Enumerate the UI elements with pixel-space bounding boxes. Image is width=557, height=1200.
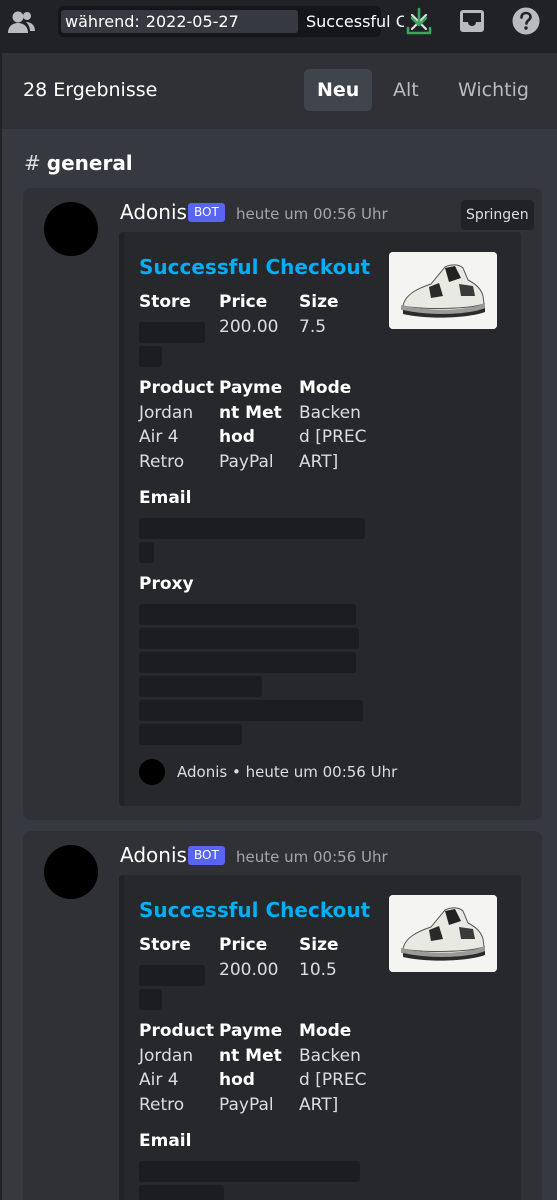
redacted-value xyxy=(139,346,162,367)
embed-title[interactable]: Successful Checkout xyxy=(139,255,370,279)
field-value: 200.00 xyxy=(219,959,279,980)
redacted-value xyxy=(139,652,356,673)
inbox-icon[interactable] xyxy=(458,7,486,35)
field-name: Product xyxy=(139,1021,214,1041)
redacted-value xyxy=(139,604,356,625)
redacted-value xyxy=(139,1161,360,1182)
embed-footer: Adonis • heute um 00:56 Uhr xyxy=(177,763,397,781)
footer-author: Adonis xyxy=(177,763,228,781)
bot-badge: BOT xyxy=(188,203,225,222)
bot-badge: BOT xyxy=(188,846,225,865)
field-mode: Mode Backend [PRECART] xyxy=(299,1019,371,1117)
field-value: 10.5 xyxy=(299,959,337,980)
filter-value: 2022-05-27 xyxy=(145,12,239,31)
redacted-value xyxy=(139,628,359,649)
field-email: Email xyxy=(139,486,339,511)
redacted-value xyxy=(139,700,363,721)
tab-alt[interactable]: Alt xyxy=(380,69,432,111)
results-header: 28 Ergebnisse Neu Alt Wichtig xyxy=(2,53,557,129)
field-name: Payment Method xyxy=(219,1021,283,1090)
jump-button[interactable]: Springen xyxy=(461,200,534,230)
avatar[interactable] xyxy=(44,845,98,899)
author-name[interactable]: Adonis xyxy=(120,200,187,224)
field-value: Backend [PRECART] xyxy=(299,402,367,472)
field-size: Size 10.5 xyxy=(299,933,379,982)
sneaker-thumbnail[interactable] xyxy=(389,895,497,972)
field-name: Mode xyxy=(299,1021,352,1041)
embed: Successful Checkout Store Price 200.00 S… xyxy=(119,232,521,806)
field-proxy: Proxy xyxy=(139,572,339,597)
search-results-list: # general Adonis BOT heute um 00:56 Uhr S… xyxy=(2,129,557,1200)
field-payment: Payment Method PayPal xyxy=(219,376,291,474)
field-value: PayPal xyxy=(219,1094,274,1115)
message-timestamp: heute um 00:56 Uhr xyxy=(236,848,388,866)
embed-title[interactable]: Successful Checkout xyxy=(139,898,370,922)
author-name[interactable]: Adonis xyxy=(120,843,187,867)
field-name: Mode xyxy=(299,378,352,398)
search-result[interactable]: Adonis BOT heute um 00:56 Uhr Successful… xyxy=(23,831,542,1200)
field-name: Store xyxy=(139,292,191,312)
channel-name: general xyxy=(46,151,133,175)
channel-hash: # xyxy=(24,151,41,175)
search-input[interactable]: Successful C xyxy=(306,10,404,33)
redacted-value xyxy=(139,676,262,697)
field-store: Store xyxy=(139,290,219,315)
field-name: Size xyxy=(299,292,339,312)
redacted-value xyxy=(139,724,242,745)
footer-time: heute um 00:56 Uhr xyxy=(245,763,398,781)
field-name: Size xyxy=(299,935,339,955)
tab-wichtig[interactable]: Wichtig xyxy=(445,69,542,111)
field-size: Size 7.5 xyxy=(299,290,379,339)
redacted-value xyxy=(139,989,162,1010)
footer-avatar xyxy=(139,759,165,785)
field-name: Store xyxy=(139,935,191,955)
field-product: Product Jordan Air 4 Retro xyxy=(139,1019,214,1117)
field-mode: Mode Backend [PRECART] xyxy=(299,376,371,474)
results-count: 28 Ergebnisse xyxy=(23,79,158,101)
field-value: Backend [PRECART] xyxy=(299,1045,367,1115)
field-value: 7.5 xyxy=(299,316,327,337)
field-value: PayPal xyxy=(219,451,274,472)
field-name: Price xyxy=(219,935,268,955)
help-icon[interactable] xyxy=(511,6,541,36)
redacted-value xyxy=(139,322,205,343)
field-value: Jordan Air 4 Retro xyxy=(139,1045,194,1115)
tab-neu[interactable]: Neu xyxy=(304,69,373,111)
field-product: Product Jordan Air 4 Retro xyxy=(139,376,214,474)
search-result[interactable]: Adonis BOT heute um 00:56 Uhr Springen S… xyxy=(23,188,542,820)
channel-heading: # general xyxy=(24,151,133,175)
field-name: Email xyxy=(139,488,192,508)
search-bar[interactable]: während: 2022-05-27 Successful C xyxy=(58,6,428,37)
field-value: Jordan Air 4 Retro xyxy=(139,402,194,472)
message-timestamp: heute um 00:56 Uhr xyxy=(236,205,388,223)
field-name: Product xyxy=(139,378,214,398)
top-toolbar: während: 2022-05-27 Successful C xyxy=(0,0,557,44)
redacted-value xyxy=(139,518,365,539)
field-price: Price 200.00 xyxy=(219,933,299,982)
field-value: 200.00 xyxy=(219,316,279,337)
field-name: Proxy xyxy=(139,574,194,594)
search-filter-chip[interactable]: während: 2022-05-27 xyxy=(61,10,298,33)
sneaker-image xyxy=(389,895,497,972)
redacted-value xyxy=(139,542,154,563)
field-store: Store xyxy=(139,933,219,958)
field-name: Price xyxy=(219,292,268,312)
sneaker-image xyxy=(389,252,497,329)
field-payment: Payment Method PayPal xyxy=(219,1019,291,1117)
avatar[interactable] xyxy=(44,202,98,256)
redacted-value xyxy=(139,1185,224,1200)
redacted-value xyxy=(139,965,205,986)
field-email: Email xyxy=(139,1129,339,1154)
filter-key: während: xyxy=(65,12,140,31)
members-icon[interactable] xyxy=(6,8,36,36)
field-name: Email xyxy=(139,1131,192,1151)
field-price: Price 200.00 xyxy=(219,290,299,339)
sneaker-thumbnail[interactable] xyxy=(389,252,497,329)
download-icon[interactable] xyxy=(405,6,433,36)
footer-separator: • xyxy=(231,763,241,781)
embed: Successful Checkout Store Price 200.00 S… xyxy=(119,875,521,1200)
field-name: Payment Method xyxy=(219,378,283,447)
